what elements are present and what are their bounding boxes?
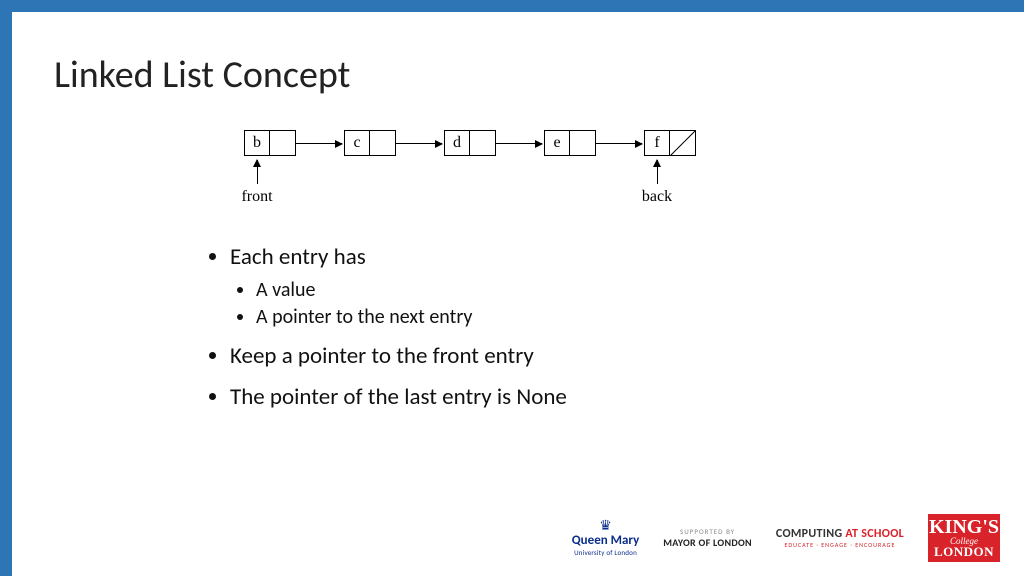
list-node: c (344, 130, 396, 156)
front-pointer: front (227, 160, 287, 206)
slide: Linked List Concept b c d e f (0, 0, 1024, 576)
crown-icon: ♛ (599, 519, 612, 533)
logo-text: KING'S (929, 518, 999, 537)
node-pointer (470, 130, 496, 156)
back-label: back (627, 188, 687, 206)
next-arrow-icon (496, 143, 542, 144)
logo-bar: ♛ Queen Mary University of London SUPPOR… (572, 514, 1000, 562)
sub-bullet-item: A value (256, 277, 904, 304)
slide-title: Linked List Concept (54, 52, 350, 98)
logo-text: COMPUTING AT SCHOOL (776, 527, 904, 541)
sub-bullet-item: A pointer to the next entry (256, 304, 904, 331)
queen-mary-logo: ♛ Queen Mary University of London (572, 519, 640, 557)
bullet-item: Keep a pointer to the front entry (230, 341, 904, 372)
null-slash-icon (670, 130, 696, 156)
mayor-of-london-logo: SUPPORTED BY MAYOR OF LONDON (663, 527, 752, 549)
node-value: e (544, 130, 570, 156)
up-arrow-icon (657, 160, 658, 184)
bullet-text: Each entry has (230, 243, 366, 271)
next-arrow-icon (396, 143, 442, 144)
node-pointer (270, 130, 296, 156)
list-node: d (444, 130, 496, 156)
kings-college-logo: KING'S College LONDON (928, 514, 1000, 562)
list-node: e (544, 130, 596, 156)
next-arrow-icon (296, 143, 342, 144)
logo-text: LONDON (934, 546, 994, 558)
node-pointer (370, 130, 396, 156)
logo-overline: SUPPORTED BY (680, 527, 735, 536)
up-arrow-icon (257, 160, 258, 184)
list-node: b (244, 130, 296, 156)
logo-text: Queen Mary (572, 533, 640, 548)
list-node: f (644, 130, 696, 156)
node-pointer-null (670, 130, 696, 156)
logo-subtext: University of London (574, 548, 637, 557)
node-value: b (244, 130, 270, 156)
next-arrow-icon (596, 143, 642, 144)
linked-list-diagram: b c d e f front (244, 130, 784, 220)
node-value: f (644, 130, 670, 156)
computing-at-school-logo: COMPUTING AT SCHOOL EDUCATE · ENGAGE · E… (776, 527, 904, 549)
node-value: c (344, 130, 370, 156)
slide-body: Each entry has A value A pointer to the … (204, 242, 904, 423)
bullet-item: Each entry has A value A pointer to the … (230, 242, 904, 331)
node-pointer (570, 130, 596, 156)
logo-subtext: EDUCATE · ENGAGE · ENCOURAGE (785, 541, 896, 549)
back-pointer: back (627, 160, 687, 206)
front-label: front (227, 188, 287, 206)
logo-text: MAYOR OF LONDON (663, 536, 752, 549)
node-value: d (444, 130, 470, 156)
bullet-item: The pointer of the last entry is None (230, 382, 904, 413)
